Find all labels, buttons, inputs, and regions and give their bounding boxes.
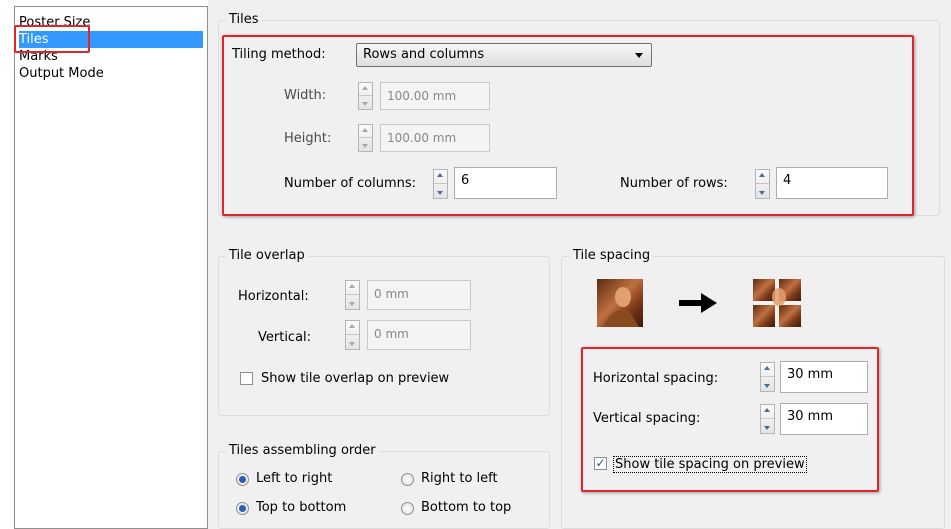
arrow-up-icon [349,324,355,328]
arrow-right-icon [679,293,717,313]
spacing-highlight-box [581,347,879,492]
overlap-horizontal-field[interactable]: 0 mm [367,280,471,310]
top-to-bottom-label: Top to bottom [256,500,347,515]
overlap-horizontal-label: Horizontal: [238,289,309,304]
assembling-order-group [218,451,550,529]
assembling-order-group-label: Tiles assembling order [226,443,379,458]
overlap-vertical-stepper[interactable] [345,320,360,350]
tile-overlap-group-label: Tile overlap [226,248,308,263]
settings-nav-list: Poster Size Tiles Marks Output Mode [14,6,208,529]
tiles-group-label: Tiles [226,12,262,27]
arrow-down-icon [349,342,355,346]
arrow-up-icon [349,284,355,288]
left-to-right-radio[interactable] [236,473,249,486]
nav-highlight-box [14,25,90,53]
bottom-to-top-label: Bottom to top [421,500,512,515]
top-to-bottom-radio[interactable] [236,502,249,515]
tile-spacing-group-label: Tile spacing [570,248,654,263]
overlap-vertical-field[interactable]: 0 mm [367,320,471,350]
overlap-vertical-label: Vertical: [258,330,312,345]
arrow-down-icon [349,302,355,306]
right-to-left-radio[interactable] [401,473,414,486]
show-overlap-checkbox[interactable] [240,372,253,385]
nav-item-output-mode[interactable]: Output Mode [19,65,104,82]
tile-spacing-preview-illustration [597,279,801,327]
right-to-left-label: Right to left [421,471,498,486]
tiles-settings-panel: Tiles Tiling method: Rows and columns Wi… [208,0,951,529]
bottom-to-top-radio[interactable] [401,502,414,515]
tiles-highlight-box [222,35,914,216]
overlap-horizontal-stepper[interactable] [345,280,360,310]
left-to-right-label: Left to right [256,471,333,486]
painting-thumbnail-icon [597,279,643,327]
show-overlap-label: Show tile overlap on preview [261,371,450,386]
split-tiles-thumbnail-icon [753,279,801,327]
